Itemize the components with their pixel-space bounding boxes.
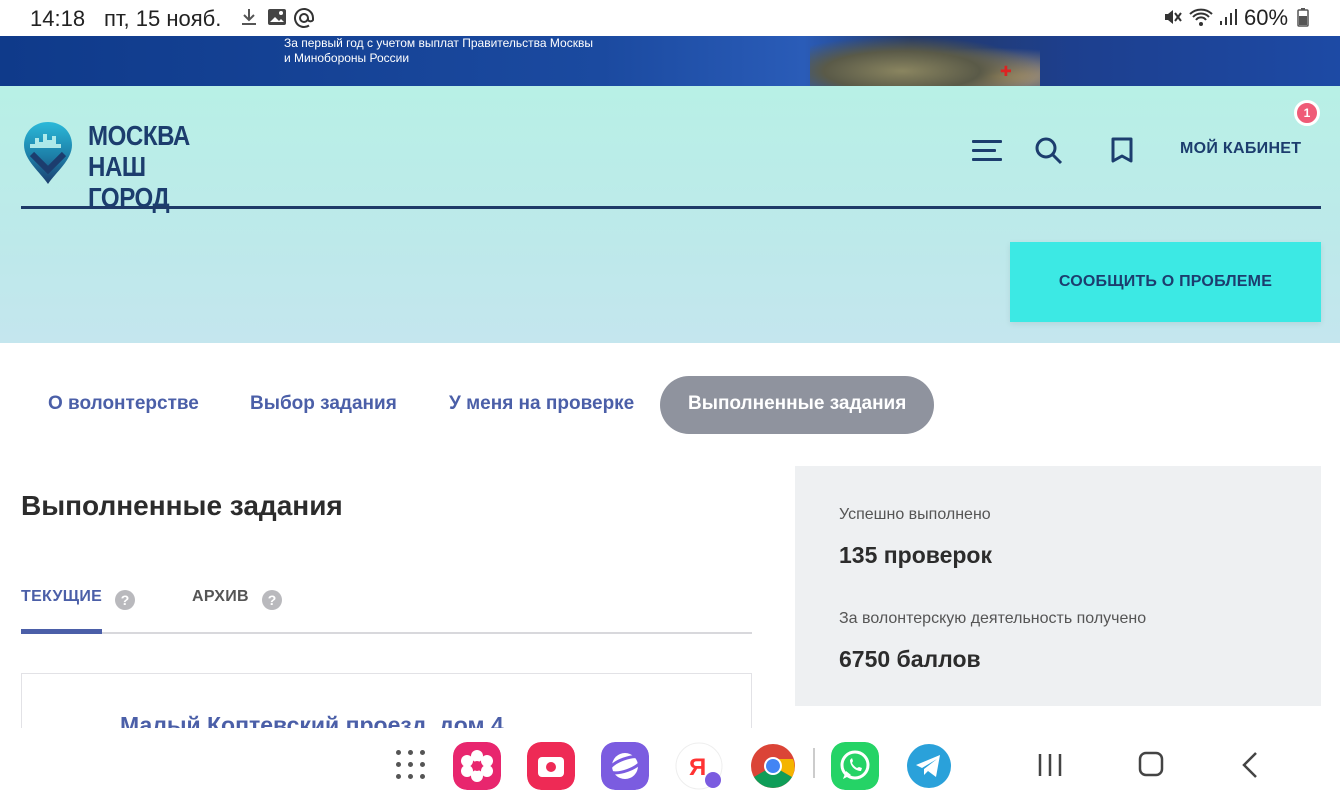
signal-icon: [1220, 9, 1237, 25]
wifi-icon: [1189, 8, 1213, 26]
tab-about-volunteering[interactable]: О волонтерстве: [48, 376, 199, 434]
download-icon: [242, 9, 256, 25]
report-problem-button[interactable]: СООБЩИТЬ О ПРОБЛЕМЕ: [1010, 242, 1321, 322]
subtabs-divider: [21, 632, 752, 634]
battery-icon: [1297, 8, 1309, 27]
subtab-active-indicator: [21, 629, 102, 634]
logo-line-2: НАШ ГОРОД: [88, 151, 170, 213]
completed-label: Успешно выполнено: [839, 506, 991, 523]
subtab-archive[interactable]: АРХИВ: [192, 588, 249, 606]
status-time: 14:18: [30, 6, 86, 31]
home-icon[interactable]: [1133, 748, 1169, 782]
search-icon[interactable]: [1034, 136, 1064, 166]
promo-banner[interactable]: За первый год с учетом выплат Правительс…: [0, 36, 1340, 86]
tab-completed-tasks[interactable]: Выполненные задания: [660, 376, 935, 434]
points-label: За волонтерскую деятельность получено: [839, 610, 1147, 627]
whatsapp-icon[interactable]: [831, 742, 879, 790]
gallery-icon[interactable]: [453, 742, 501, 790]
tab-choose-task[interactable]: Выбор задания: [250, 376, 397, 434]
logo[interactable]: МОСКВА НАШ ГОРОД: [22, 118, 222, 213]
help-icon[interactable]: ?: [115, 590, 135, 610]
subtab-current[interactable]: ТЕКУЩИЕ: [21, 588, 102, 606]
logo-text: МОСКВА НАШ ГОРОД: [88, 120, 203, 213]
bookmark-icon[interactable]: [1110, 136, 1134, 166]
tab-under-review[interactable]: У меня на проверке: [449, 376, 634, 434]
telegram-icon[interactable]: [905, 742, 953, 790]
battery-level: 60%: [1244, 5, 1289, 30]
notification-badge: 1: [1294, 100, 1320, 126]
completed-value: 135 проверок: [839, 542, 992, 568]
status-date: пт, 15 нояб.: [104, 6, 222, 31]
page-title: Выполненные задания: [21, 490, 343, 521]
banner-line-2: и Минобороны России: [284, 51, 410, 65]
hamburger-menu-icon[interactable]: [972, 140, 1002, 164]
back-icon[interactable]: [1234, 748, 1270, 782]
logo-mark-icon: [24, 122, 72, 184]
header-divider: [21, 206, 1321, 209]
apps-grid-icon[interactable]: [396, 750, 426, 780]
red-cross-icon: ✚: [1000, 63, 1012, 79]
mute-icon: [1165, 10, 1182, 24]
stats-panel: Успешно выполнено 135 проверок За волонт…: [795, 466, 1321, 706]
status-bar: 14:18 пт, 15 нояб. 60%: [0, 0, 1340, 36]
camera-icon[interactable]: [527, 742, 575, 790]
dock-separator: [813, 748, 815, 778]
svg-text:Я: Я: [689, 754, 706, 781]
logo-line-1: МОСКВА: [88, 120, 190, 151]
image-icon: [268, 9, 286, 25]
chrome-icon[interactable]: [749, 742, 797, 790]
samsung-internet-icon[interactable]: [601, 742, 649, 790]
yandex-icon[interactable]: Я: [675, 742, 723, 790]
my-cabinet-link[interactable]: МОЙ КАБИНЕТ: [1180, 140, 1301, 158]
help-icon[interactable]: ?: [262, 590, 282, 610]
banner-text: За первый год с учетом выплат Правительс…: [284, 36, 644, 66]
at-sign-icon: [294, 8, 314, 28]
points-value: 6750 баллов: [839, 646, 981, 672]
site-header: МОСКВА НАШ ГОРОД МОЙ КАБИНЕТ 1 СООБЩИТЬ …: [0, 86, 1340, 343]
banner-line-1: За первый год с учетом выплат Правительс…: [284, 36, 593, 50]
android-nav-bar: Я: [0, 728, 1340, 800]
recent-apps-icon[interactable]: [1032, 748, 1068, 782]
